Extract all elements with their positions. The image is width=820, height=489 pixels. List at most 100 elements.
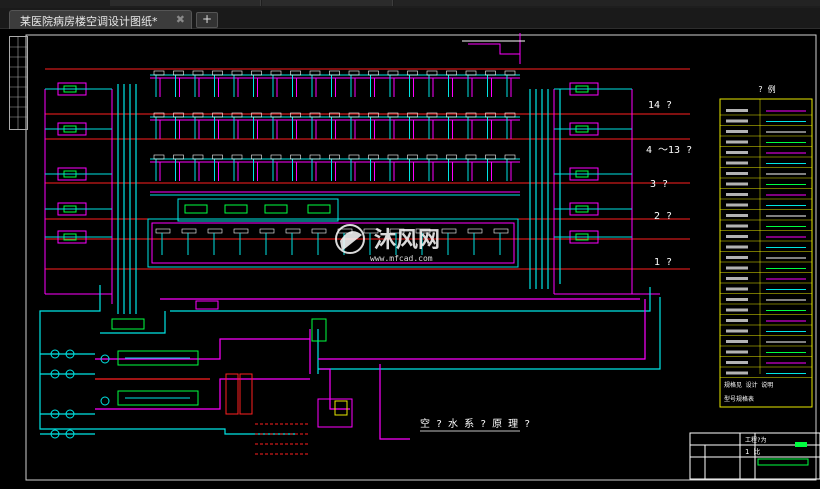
fan-coil-unit xyxy=(231,154,243,160)
floor-lines xyxy=(45,68,690,270)
fan-coil-unit xyxy=(465,154,477,160)
fan-coil-unit xyxy=(329,70,340,76)
riser-pipes-left-magenta xyxy=(44,89,113,304)
plus-icon: + xyxy=(201,12,213,26)
legend-label-mark xyxy=(726,298,748,301)
legend-label-mark xyxy=(726,193,748,196)
close-icon[interactable]: ✖ xyxy=(176,13,185,26)
fan-coil-unit xyxy=(290,70,301,76)
fan-coil-unit xyxy=(285,228,301,234)
legend-label-mark xyxy=(726,119,748,123)
legend-label-mark xyxy=(726,109,748,112)
legend-label-mark xyxy=(726,214,748,217)
drain-lines xyxy=(255,423,310,455)
new-tab-button[interactable]: + xyxy=(196,12,218,28)
fan-coil-unit xyxy=(270,70,282,76)
fan-coil-unit xyxy=(387,154,399,160)
left-ruler xyxy=(9,36,28,130)
fan-coil-unit xyxy=(173,154,184,160)
fan-coil-unit xyxy=(407,154,418,160)
fan-coil-unit xyxy=(465,70,477,76)
title-block: 工程?为 1 比 xyxy=(689,432,820,480)
document-tab-label: 某医院病房楼空调设计图纸* xyxy=(20,15,158,28)
drawing-canvas[interactable]: 14 ? 4 ～13 ? 3 ? 2 ? 1 ? 空 ? 水 系 ? 原 理 ?… xyxy=(0,29,820,485)
fan-coil-unit xyxy=(309,70,321,76)
floor-label: 2 ? xyxy=(654,211,672,222)
legend-label-mark xyxy=(726,340,748,343)
legend-label-mark xyxy=(726,287,748,291)
legend-label-mark xyxy=(726,130,748,133)
legend-label-mark xyxy=(726,277,748,280)
fan-coil-unit xyxy=(426,70,438,76)
fan-coil-unit xyxy=(207,228,223,234)
legend-footer: 规格见 设计 说明 xyxy=(724,381,773,389)
fan-coil-unit xyxy=(153,154,165,160)
legend-label-mark xyxy=(726,235,748,238)
title-block-number: 1 比 xyxy=(745,447,760,456)
legend-table: ? 例 规格见 设计 说明 型号规格表 xyxy=(719,84,813,408)
menu-segment[interactable] xyxy=(262,0,393,6)
fan-coil-unit xyxy=(348,70,360,76)
watermark-url: www.mfcad.com xyxy=(370,254,433,263)
fan-coil-unit xyxy=(426,154,438,160)
fan-coil-unit xyxy=(441,228,457,234)
second-floor-units xyxy=(150,191,520,222)
fan-coil-unit xyxy=(348,154,360,160)
title-block-label: 工程?为 xyxy=(745,436,767,444)
legend-label-mark xyxy=(726,371,748,375)
riser-pipes-left xyxy=(117,84,137,314)
fan-coil-unit xyxy=(311,228,327,234)
expansion-tank xyxy=(462,33,525,64)
fan-coil-unit xyxy=(192,70,204,76)
legend-label-mark xyxy=(726,140,748,144)
fan-coil-unit xyxy=(212,70,223,76)
legend-label-mark xyxy=(726,172,748,175)
pump-symbol xyxy=(100,396,110,406)
document-tab[interactable]: 某医院病房楼空调设计图纸* ✖ xyxy=(9,10,192,29)
legend-label-mark xyxy=(726,182,748,186)
drawing-caption: 空 ? 水 系 ? 原 理 ? xyxy=(420,417,530,430)
riser-pipes-right-magenta xyxy=(553,89,660,295)
menu-bar xyxy=(0,0,820,8)
legend-label-mark xyxy=(726,361,748,364)
fan-coil-unit xyxy=(233,228,249,234)
equipment-misc xyxy=(111,300,353,428)
ruler-ticks xyxy=(10,37,27,129)
pump-symbols xyxy=(50,349,110,439)
legend-label-mark xyxy=(726,256,748,259)
document-tab-strip: 某医院病房楼空调设计图纸* ✖ + xyxy=(0,8,820,29)
fan-coil-unit xyxy=(212,154,223,160)
fan-coil-unit xyxy=(155,228,171,234)
fan-coil-unit-grid xyxy=(150,70,520,255)
cad-drawing: 14 ? 4 ～13 ? 3 ? 2 ? 1 ? 空 ? 水 系 ? 原 理 ?… xyxy=(25,33,820,481)
fan-coil-unit xyxy=(387,70,399,76)
fan-coil-unit xyxy=(504,70,516,76)
legend-label-mark xyxy=(726,203,748,207)
legend-label-mark xyxy=(726,308,748,312)
fan-coil-unit xyxy=(446,154,457,160)
fan-coil-unit xyxy=(192,154,204,160)
legend-label-mark xyxy=(726,266,748,270)
legend-label-mark xyxy=(726,245,748,249)
fan-coil-unit xyxy=(173,70,184,76)
watermark: 沐风网 www.mfcad.com xyxy=(335,224,440,263)
floor-label: 4 ～13 ? xyxy=(646,145,692,156)
legend-label-mark xyxy=(726,224,748,228)
fan-coil-unit xyxy=(251,154,262,160)
supply-mains xyxy=(39,285,661,440)
fan-coil-unit xyxy=(407,70,418,76)
fan-coil-unit xyxy=(493,228,509,234)
legend-footer: 型号规格表 xyxy=(724,395,754,403)
menu-segment[interactable] xyxy=(110,0,261,6)
floor-label: 14 ? xyxy=(648,100,672,111)
watermark-text: 沐风网 xyxy=(374,228,440,253)
first-floor-loop xyxy=(147,218,519,268)
fan-coil-unit xyxy=(309,154,321,160)
floor-label: 1 ? xyxy=(654,257,672,268)
fan-coil-unit xyxy=(368,70,379,76)
legend-rows xyxy=(720,99,812,378)
menu-segment xyxy=(394,0,820,6)
legend-label-mark xyxy=(726,329,748,333)
fan-coil-unit xyxy=(329,154,340,160)
fan-coil-unit xyxy=(231,70,243,76)
